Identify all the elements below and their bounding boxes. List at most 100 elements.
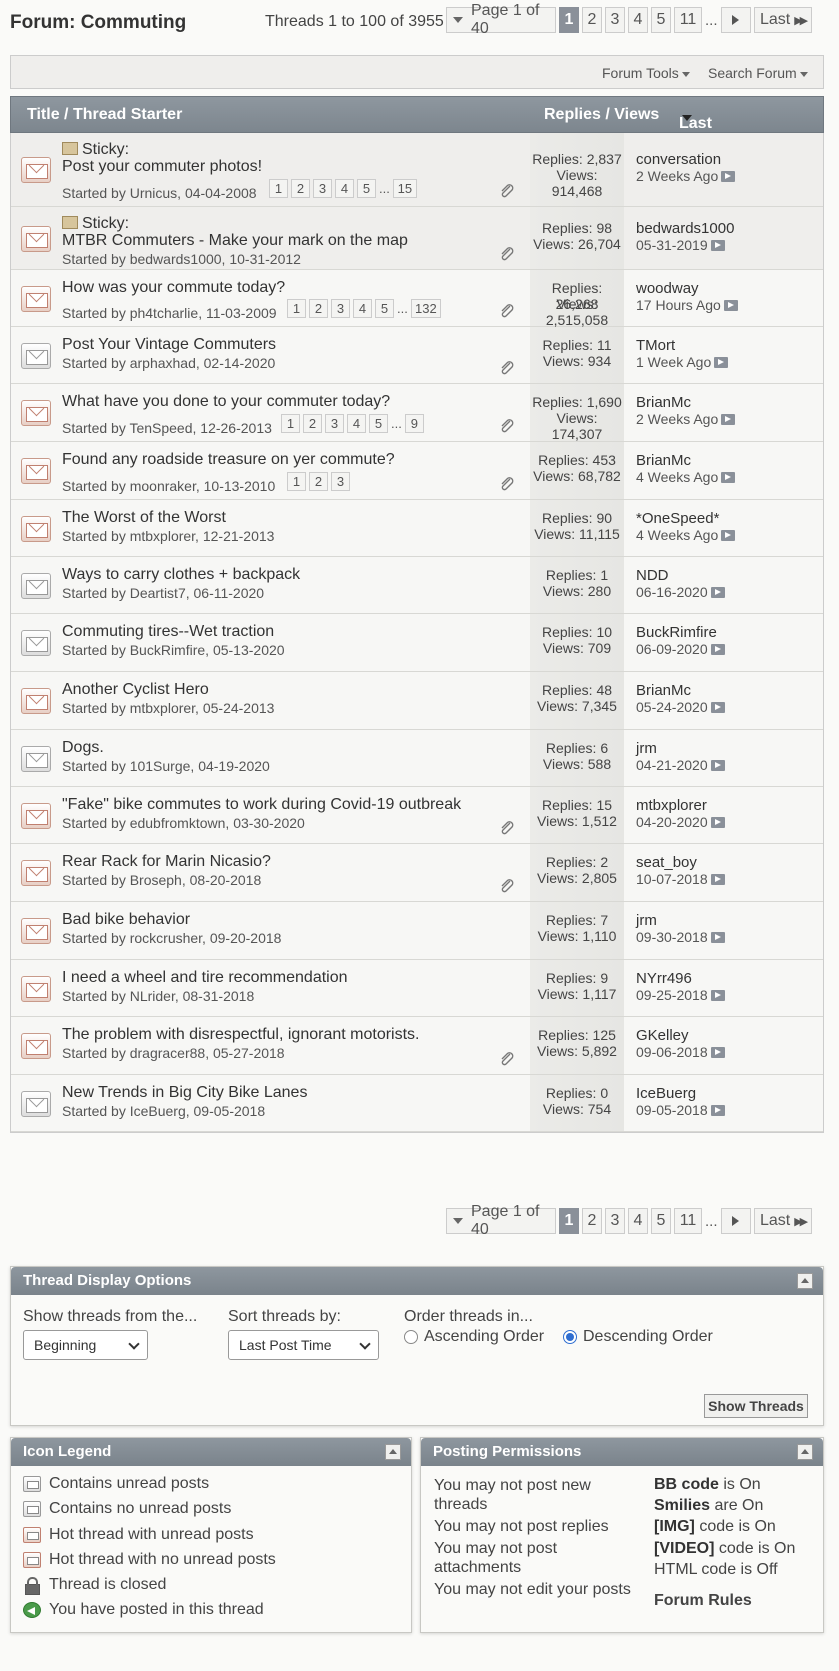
last-post-user-link[interactable]: *OneSpeed* — [636, 510, 719, 527]
go-to-last-post-icon[interactable] — [710, 702, 725, 713]
search-forum-menu[interactable]: Search Forum — [708, 65, 808, 81]
thread-last-page-link[interactable]: 9 — [404, 414, 424, 433]
last-post-user-link[interactable]: seat_boy — [636, 854, 697, 871]
thread-row[interactable]: The Worst of the Worst Started by mtbxplo… — [11, 500, 823, 557]
thread-row[interactable]: I need a wheel and tire recommendation St… — [11, 960, 823, 1017]
page-link[interactable]: 5 — [651, 7, 671, 33]
go-to-last-post-icon[interactable] — [710, 874, 725, 885]
last-post-user-link[interactable]: jrm — [636, 912, 657, 929]
thread-title-link[interactable]: Post your commuter photos! — [62, 158, 262, 176]
last-post-user-link[interactable]: TMort — [636, 337, 675, 354]
thread-title-link[interactable]: Dogs. — [62, 739, 104, 757]
thread-title-link[interactable]: The Worst of the Worst — [62, 509, 226, 527]
thread-page-link[interactable]: 4 — [347, 414, 366, 433]
thread-row[interactable]: Commuting tires--Wet traction Started by … — [11, 614, 823, 672]
go-to-last-post-icon[interactable] — [721, 472, 736, 483]
thread-row[interactable]: Ways to carry clothes + backpack Started … — [11, 557, 823, 614]
page-link[interactable]: 2 — [582, 1208, 602, 1234]
thread-row[interactable]: Another Cyclist Hero Started by mtbxplore… — [11, 672, 823, 730]
video-code-link[interactable]: [VIDEO] — [654, 1540, 714, 1557]
thread-title-link[interactable]: "Fake" bike commutes to work during Covi… — [62, 796, 461, 814]
thread-page-link[interactable]: 5 — [375, 299, 394, 318]
thread-title-link[interactable]: Ways to carry clothes + backpack — [62, 566, 300, 584]
collapse-icon[interactable] — [797, 1273, 813, 1289]
smilies-link[interactable]: Smilies — [654, 1497, 710, 1514]
thread-title-link[interactable]: The problem with disrespectful, ignorant… — [62, 1026, 419, 1044]
thread-title-link[interactable]: Commuting tires--Wet traction — [62, 623, 274, 641]
sort-by-title[interactable]: Title / Thread Starter — [27, 106, 182, 124]
thread-page-link[interactable]: 1 — [281, 414, 300, 433]
show-threads-button[interactable]: Show Threads — [704, 1394, 808, 1418]
go-to-last-post-icon[interactable] — [721, 171, 736, 182]
page-link[interactable]: 11 — [674, 7, 702, 33]
page-link[interactable]: 4 — [628, 1208, 648, 1234]
show-from-select[interactable]: Beginning — [23, 1330, 148, 1360]
go-to-last-post-icon[interactable] — [721, 414, 736, 425]
thread-title-link[interactable]: I need a wheel and tire recommendation — [62, 969, 348, 987]
thread-last-page-link[interactable]: 132 — [410, 299, 441, 318]
go-to-last-post-icon[interactable] — [721, 530, 736, 541]
thread-title-link[interactable]: MTBR Commuters - Make your mark on the m… — [62, 232, 408, 250]
page-link[interactable]: 4 — [628, 7, 648, 33]
forum-rules-link[interactable]: Forum Rules — [654, 1591, 752, 1610]
thread-row[interactable]: Sticky: MTBR Commuters - Make your mark o… — [11, 207, 823, 270]
sort-select[interactable]: Last Post Time — [228, 1330, 379, 1360]
thread-title-link[interactable]: Another Cyclist Hero — [62, 681, 209, 699]
thread-title-link[interactable]: Rear Rack for Marin Nicasio? — [62, 853, 271, 871]
next-page-button[interactable] — [720, 7, 751, 33]
thread-title-link[interactable]: Post Your Vintage Commuters — [62, 336, 276, 354]
last-post-user-link[interactable]: NDD — [636, 567, 669, 584]
forum-tools-menu[interactable]: Forum Tools — [602, 65, 690, 81]
go-to-last-post-icon[interactable] — [710, 587, 725, 598]
ascending-radio[interactable]: Ascending Order — [404, 1328, 544, 1346]
thread-page-link[interactable]: 5 — [357, 179, 376, 198]
thread-row[interactable]: The problem with disrespectful, ignorant… — [11, 1017, 823, 1075]
go-to-last-post-icon[interactable] — [710, 1105, 725, 1116]
next-page-button[interactable] — [720, 1208, 751, 1234]
last-post-user-link[interactable]: NYrr496 — [636, 970, 692, 987]
go-to-last-post-icon[interactable] — [710, 817, 725, 828]
page-link[interactable]: 3 — [605, 1208, 625, 1234]
go-to-last-post-icon[interactable] — [714, 357, 729, 368]
last-post-user-link[interactable]: BrianMc — [636, 682, 691, 699]
thread-row[interactable]: What have you done to your commuter toda… — [11, 384, 823, 442]
thread-row[interactable]: How was your commute today? Started by ph… — [11, 270, 823, 328]
thread-row[interactable]: "Fake" bike commutes to work during Covi… — [11, 787, 823, 844]
last-post-user-link[interactable]: IceBuerg — [636, 1085, 696, 1102]
go-to-last-post-icon[interactable] — [710, 990, 725, 1001]
thread-title-link[interactable]: How was your commute today? — [62, 279, 285, 297]
thread-page-link[interactable]: 4 — [353, 299, 372, 318]
last-post-user-link[interactable]: conversation — [636, 151, 721, 168]
page-link[interactable]: 5 — [651, 1208, 671, 1234]
thread-title-link[interactable]: Bad bike behavior — [62, 911, 190, 929]
thread-title-link[interactable]: Found any roadside treasure on yer commu… — [62, 451, 395, 469]
last-post-user-link[interactable]: woodway — [636, 280, 699, 297]
last-post-user-link[interactable]: BrianMc — [636, 452, 691, 469]
collapse-icon[interactable] — [385, 1444, 401, 1460]
last-page-button[interactable]: Last ▶▶ — [753, 7, 812, 33]
go-to-last-post-icon[interactable] — [723, 300, 738, 311]
thread-row[interactable]: Bad bike behavior Started by rockcrusher,… — [11, 902, 823, 960]
img-code-link[interactable]: [IMG] — [654, 1518, 695, 1535]
thread-page-link[interactable]: 2 — [309, 299, 328, 318]
go-to-last-post-icon[interactable] — [710, 240, 725, 251]
descending-radio[interactable]: Descending Order — [563, 1328, 713, 1346]
thread-row[interactable]: New Trends in Big City Bike Lanes Started… — [11, 1075, 823, 1132]
page-jump-menu[interactable]: Page 1 of 40 — [446, 1203, 556, 1238]
thread-page-link[interactable]: 5 — [369, 414, 388, 433]
last-post-user-link[interactable]: bedwards1000 — [636, 220, 734, 237]
bb-code-link[interactable]: BB code — [654, 1476, 719, 1493]
go-to-last-post-icon[interactable] — [710, 644, 725, 655]
thread-row[interactable]: Dogs. Started by 101Surge, 04-19-2020 Repl… — [11, 730, 823, 787]
thread-row[interactable]: Post Your Vintage Commuters Started by ar… — [11, 327, 823, 384]
thread-row[interactable]: Found any roadside treasure on yer commu… — [11, 442, 823, 500]
thread-title-link[interactable]: New Trends in Big City Bike Lanes — [62, 1084, 307, 1102]
thread-page-link[interactable]: 3 — [331, 299, 350, 318]
collapse-icon[interactable] — [797, 1444, 813, 1460]
go-to-last-post-icon[interactable] — [710, 1047, 725, 1058]
page-link[interactable]: 11 — [674, 1208, 702, 1234]
last-post-user-link[interactable]: BuckRimfire — [636, 624, 717, 641]
last-post-user-link[interactable]: jrm — [636, 740, 657, 757]
last-post-user-link[interactable]: mtbxplorer — [636, 797, 707, 814]
thread-page-link[interactable]: 3 — [331, 472, 350, 491]
